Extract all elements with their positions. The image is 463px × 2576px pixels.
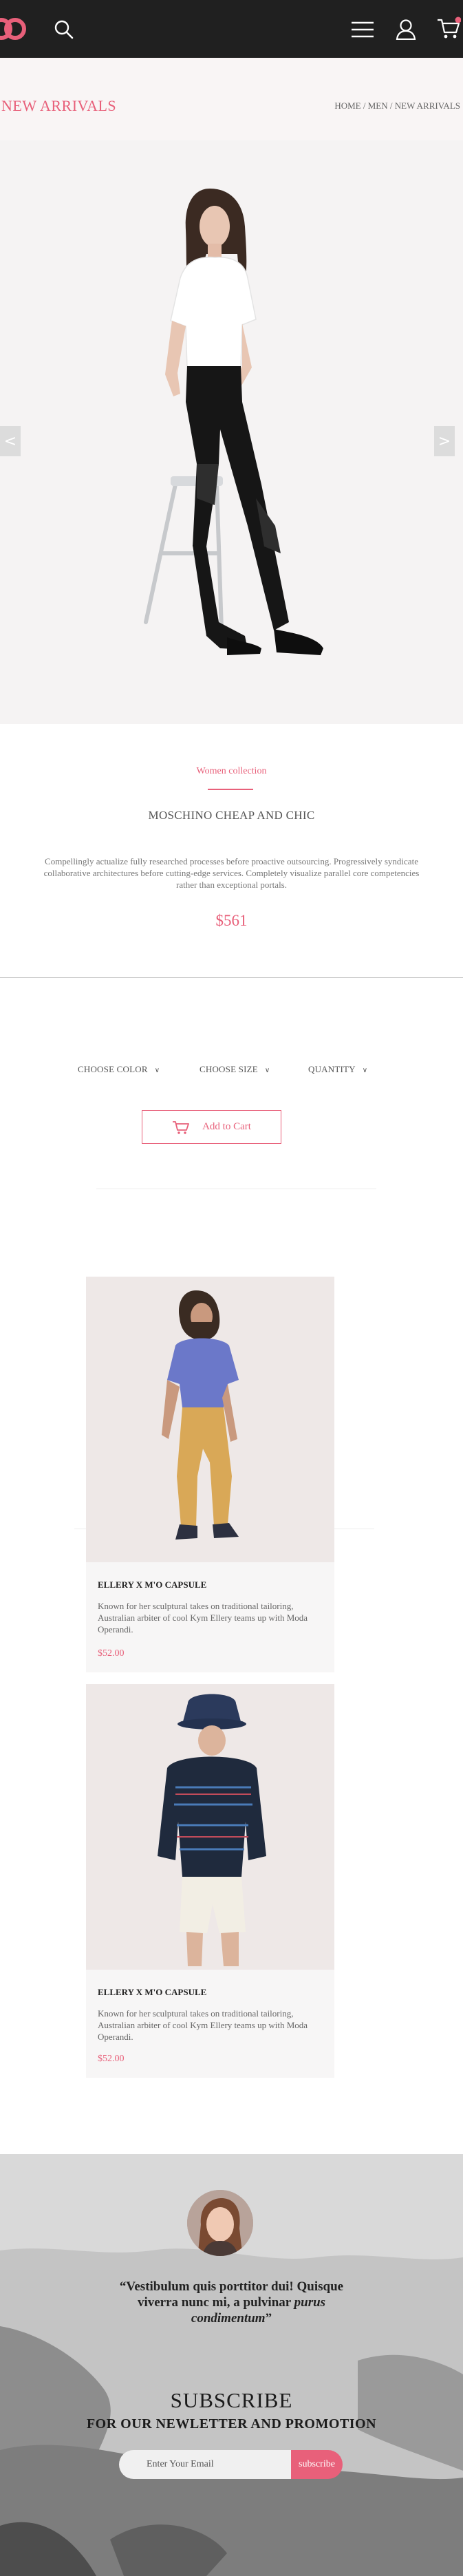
user-icon[interactable] bbox=[395, 18, 417, 40]
product-name: MOSCHINO CHEAP AND CHIC bbox=[148, 809, 315, 822]
product-model-photo bbox=[0, 140, 463, 724]
slider-next-button[interactable]: > bbox=[434, 426, 455, 456]
slider-prev-button[interactable]: < bbox=[0, 426, 21, 456]
page-title: NEW ARRIVALS bbox=[1, 97, 117, 114]
quote-end: ” bbox=[265, 2311, 272, 2325]
quantity-dropdown[interactable]: QUANTITY ∨ bbox=[308, 1064, 367, 1075]
product-description: Compellingly actualize fully researched … bbox=[43, 856, 420, 890]
product-card-title[interactable]: ELLERY X M'O CAPSULE bbox=[98, 1987, 206, 1998]
product-card[interactable]: ELLERY X M'O CAPSULE Known for her sculp… bbox=[86, 1277, 334, 1672]
product-card-image[interactable] bbox=[86, 1684, 334, 1970]
breadcrumb-current: NEW ARRIVALS bbox=[394, 100, 460, 111]
choose-color-dropdown[interactable]: CHOOSE COLOR ∨ bbox=[78, 1064, 160, 1075]
product-card-description: Known for her sculptural takes on tradit… bbox=[98, 2008, 308, 2042]
search-icon[interactable] bbox=[54, 19, 74, 40]
product-card-title[interactable]: ELLERY X M'O CAPSULE bbox=[98, 1579, 206, 1590]
product-card-description: Known for her sculptural takes on tradit… bbox=[98, 1601, 308, 1635]
cart-icon bbox=[173, 1120, 189, 1134]
breadcrumb-home[interactable]: HOME bbox=[334, 100, 360, 111]
breadcrumb-men[interactable]: MEN bbox=[368, 100, 388, 111]
product-card-price: $52.00 bbox=[98, 1648, 125, 1659]
product-price: $561 bbox=[215, 912, 248, 929]
choose-size-dropdown[interactable]: CHOOSE SIZE ∨ bbox=[200, 1064, 270, 1075]
collection-underline bbox=[208, 789, 253, 790]
model-photo-1 bbox=[86, 1277, 334, 1562]
chevron-down-icon: ∨ bbox=[362, 1067, 368, 1074]
quantity-label: QUANTITY bbox=[308, 1064, 356, 1074]
product-page: NEW ARRIVALS HOME / MEN / NEW ARRIVALS <… bbox=[0, 0, 463, 2576]
subscribe-subtitle: FOR OUR NEWLETTER AND PROMOTION bbox=[86, 2416, 377, 2431]
model-photo-2 bbox=[86, 1684, 334, 1970]
cart-badge bbox=[455, 17, 461, 23]
cart-icon[interactable] bbox=[436, 17, 461, 40]
top-navigation-bar bbox=[0, 0, 463, 58]
avatar-photo bbox=[187, 2190, 253, 2256]
chevron-down-icon: ∨ bbox=[154, 1067, 160, 1074]
product-card-price: $52.00 bbox=[98, 2054, 125, 2064]
hero-image-slider: < > bbox=[0, 140, 463, 724]
product-card-image[interactable] bbox=[86, 1277, 334, 1562]
subscribe-button[interactable]: subscribe bbox=[291, 2450, 343, 2479]
add-to-cart-button[interactable]: Add to Cart bbox=[142, 1110, 281, 1144]
subscribe-title: SUBSCRIBE bbox=[170, 2388, 293, 2412]
collection-label[interactable]: Women collection bbox=[0, 766, 463, 777]
menu-icon[interactable] bbox=[351, 21, 374, 39]
testimonial-avatar bbox=[187, 2190, 253, 2256]
email-input[interactable] bbox=[119, 2450, 292, 2479]
product-card[interactable]: ELLERY X M'O CAPSULE Known for her sculp… bbox=[86, 1684, 334, 2078]
brand-logo-icon[interactable] bbox=[0, 15, 26, 43]
chevron-down-icon: ∨ bbox=[264, 1067, 270, 1074]
section-divider bbox=[0, 977, 463, 978]
breadcrumb-separator: / bbox=[387, 100, 395, 111]
breadcrumb-separator: / bbox=[360, 100, 368, 111]
add-to-cart-label: Add to Cart bbox=[202, 1121, 251, 1132]
testimonial-quote: “Vestibulum quis porttitor dui! Quisque … bbox=[103, 2279, 360, 2326]
choose-color-label: CHOOSE COLOR bbox=[78, 1064, 148, 1074]
choose-size-label: CHOOSE SIZE bbox=[200, 1064, 258, 1074]
breadcrumb: HOME / MEN / NEW ARRIVALS bbox=[334, 100, 460, 111]
